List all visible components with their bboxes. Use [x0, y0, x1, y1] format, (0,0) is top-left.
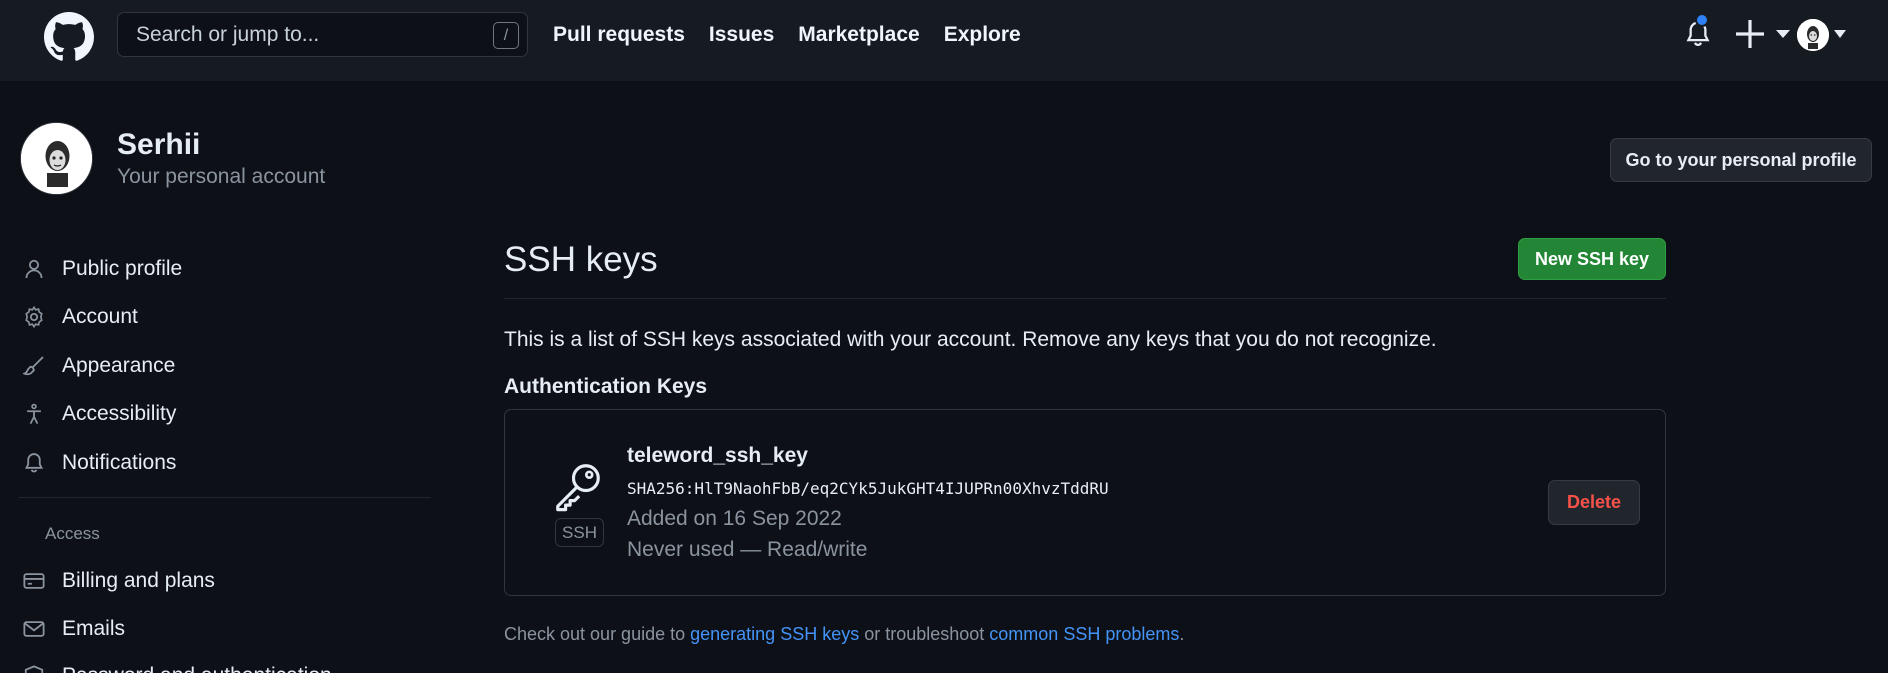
key-usage: Never used — Read/write — [627, 538, 868, 561]
profile-subtitle: Your personal account — [117, 165, 326, 188]
nav-issues[interactable]: Issues — [709, 23, 774, 47]
key-icon — [556, 464, 600, 512]
profile-name: Serhii — [117, 128, 201, 161]
paintbrush-icon — [20, 352, 48, 380]
notification-indicator — [1695, 13, 1709, 27]
ssh-key-item: SSH teleword_ssh_key SHA256:HlT9NaohFbB/… — [504, 409, 1666, 596]
delete-key-button[interactable]: Delete — [1548, 480, 1640, 525]
chevron-down-icon — [1776, 30, 1790, 38]
person-icon — [20, 255, 48, 283]
github-logo-icon[interactable] — [44, 12, 94, 62]
shield-lock-icon — [20, 662, 48, 673]
nav-explore[interactable]: Explore — [944, 23, 1021, 47]
sidebar-item-emails[interactable]: Emails — [20, 611, 125, 647]
credit-card-icon — [20, 567, 48, 595]
page-title: SSH keys — [504, 240, 658, 279]
go-to-profile-button[interactable]: Go to your personal profile — [1610, 138, 1872, 182]
top-nav: Pull requests Issues Marketplace Explore — [553, 0, 1021, 70]
title-divider — [504, 298, 1666, 299]
search-input[interactable]: Search or jump to... / — [117, 12, 528, 57]
sidebar-section-heading: Access — [45, 524, 100, 543]
sidebar-item-billing[interactable]: Billing and plans — [20, 563, 215, 599]
bell-icon — [20, 449, 48, 477]
sidebar-item-label: Password and authentication — [62, 664, 332, 673]
nav-marketplace[interactable]: Marketplace — [798, 23, 919, 47]
sidebar-item-appearance[interactable]: Appearance — [20, 348, 175, 384]
top-header: Search or jump to... / Pull requests Iss… — [0, 0, 1888, 81]
sidebar-item-label: Account — [62, 305, 138, 328]
footer-text-middle: or troubleshoot — [859, 624, 990, 644]
sidebar-item-public-profile[interactable]: Public profile — [20, 251, 182, 287]
section-title: Authentication Keys — [504, 375, 708, 398]
search-shortcut-key: / — [493, 22, 519, 49]
gear-icon — [20, 303, 48, 331]
sidebar-item-label: Public profile — [62, 257, 183, 280]
sidebar-item-label: Emails — [62, 617, 126, 640]
sidebar-item-accessibility[interactable]: Accessibility — [20, 396, 176, 432]
create-new-dropdown[interactable] — [1734, 18, 1794, 50]
profile-avatar — [20, 122, 93, 195]
nav-pull-requests[interactable]: Pull requests — [553, 23, 685, 47]
page-description: This is a list of SSH keys associated wi… — [504, 328, 1437, 351]
common-ssh-problems-link[interactable]: common SSH problems — [989, 624, 1179, 644]
sidebar-item-label: Notifications — [62, 451, 177, 474]
sidebar-item-label: Appearance — [62, 354, 176, 377]
footer-text-prefix: Check out our guide to — [504, 624, 691, 644]
key-title: teleword_ssh_key — [627, 444, 808, 467]
mail-icon — [20, 615, 48, 643]
new-ssh-key-button[interactable]: New SSH key — [1518, 238, 1666, 280]
key-added-date: Added on 16 Sep 2022 — [627, 507, 842, 530]
generating-ssh-keys-link[interactable]: generating SSH keys — [690, 624, 859, 644]
footer-text-suffix: . — [1179, 624, 1185, 644]
avatar[interactable] — [1797, 19, 1829, 51]
accessibility-icon — [20, 400, 48, 428]
help-footer: Check out our guide to generating SSH ke… — [504, 624, 1184, 645]
sidebar-divider — [19, 497, 431, 498]
chevron-down-icon[interactable] — [1834, 30, 1846, 38]
sidebar-item-account[interactable]: Account — [20, 299, 138, 335]
sidebar-item-label: Billing and plans — [62, 569, 215, 592]
sidebar-item-label: Accessibility — [62, 402, 177, 425]
key-fingerprint: SHA256:HlT9NaohFbB/eq2CYk5JukGHT4IJUPRn0… — [627, 479, 1109, 498]
search-placeholder: Search or jump to... — [136, 22, 320, 46]
plus-icon — [1736, 20, 1764, 48]
sidebar-item-notifications[interactable]: Notifications — [20, 445, 176, 481]
ssh-badge: SSH — [555, 518, 604, 547]
sidebar-item-password[interactable]: Password and authentication — [20, 658, 332, 673]
